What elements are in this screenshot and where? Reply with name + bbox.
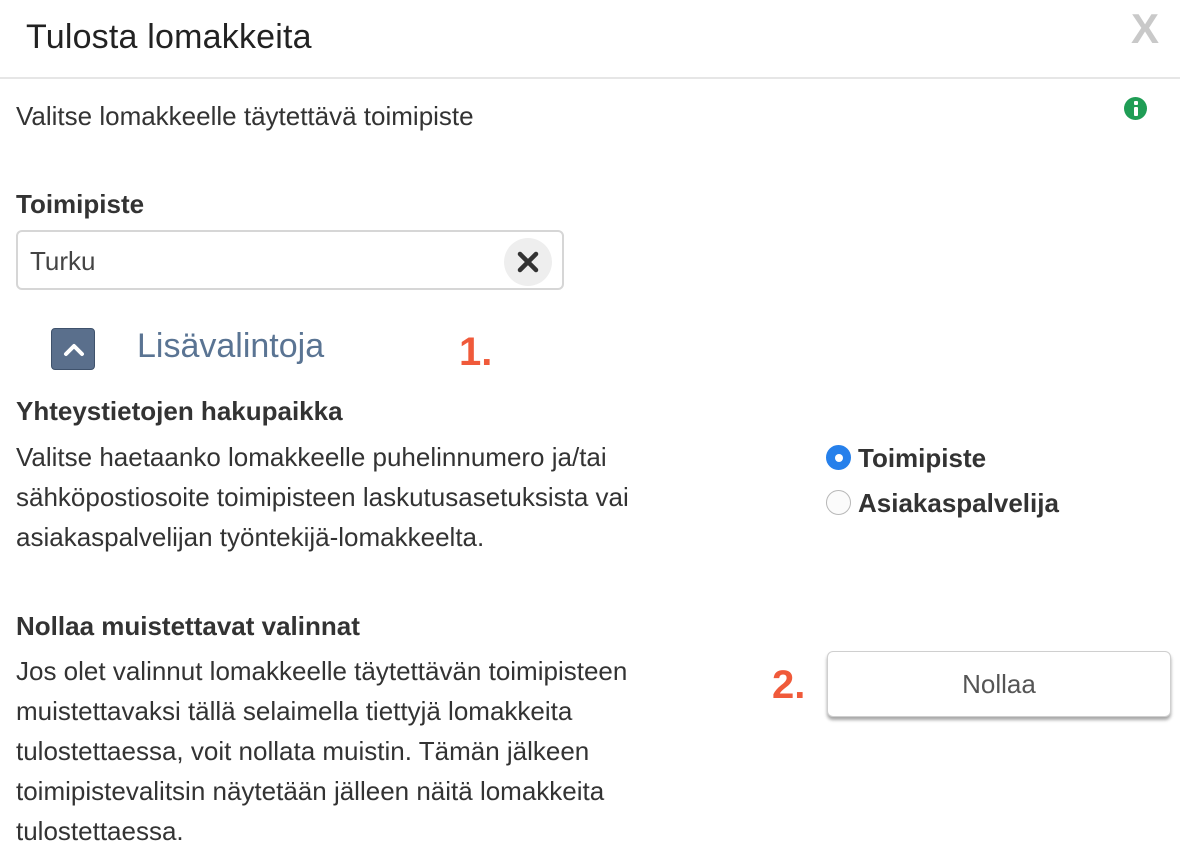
description-line: tulostettaessa. [16, 816, 184, 846]
reset-heading: Nollaa muistettavat valinnat [16, 611, 360, 641]
clear-x-glyph [517, 251, 539, 273]
contact-source-heading: Yhteystietojen hakupaikka [16, 396, 343, 426]
radio-button[interactable] [826, 490, 851, 515]
office-field-label: Toimipiste [16, 189, 145, 219]
radio-label: Toimipiste [858, 443, 987, 473]
annotation-marker-2: 2. [772, 663, 806, 707]
info-circle-icon[interactable] [1124, 97, 1147, 120]
reset-button[interactable]: Nollaa [827, 651, 1171, 717]
description-line: muistettavaksi tällä selaimella tiettyjä… [16, 696, 573, 726]
dialog-title: Tulosta lomakkeita [26, 18, 312, 56]
description-line: Valitse haetaanko lomakkeelle puhelinnum… [16, 442, 607, 472]
more-options-toggle-button[interactable] [51, 328, 95, 370]
radio-button-checked[interactable] [826, 445, 851, 470]
annotation-marker-1: 1. [459, 330, 493, 374]
intro-text: Valitse lomakkeelle täytettävä toimipist… [16, 101, 474, 131]
dialog-header: Tulosta lomakkeita X [0, 0, 1180, 79]
clear-x-icon[interactable] [504, 238, 552, 286]
radio-label: Asiakaspalvelija [858, 488, 1059, 518]
office-select-value: Turku [30, 246, 96, 276]
contact-source-description: Valitse haetaanko lomakkeelle puhelinnum… [16, 437, 736, 557]
description-line: asiakaspalvelijan työntekijä-lomakkeelta… [16, 522, 485, 552]
close-icon[interactable]: X [1131, 8, 1159, 50]
description-line: toimipistevalitsin näytetään jälleen näi… [16, 776, 605, 806]
chevron-up-icon [64, 344, 84, 356]
more-options-label[interactable]: Lisävalintoja [137, 327, 324, 366]
reset-description: Jos olet valinnut lomakkeelle täytettävä… [16, 651, 736, 851]
office-select[interactable]: Turku [16, 230, 564, 290]
description-line: sähköpostiosoite toimipisteen laskutusas… [16, 482, 629, 512]
description-line: Jos olet valinnut lomakkeelle täytettävä… [16, 656, 628, 686]
description-line: tulostettaessa, voit nollata muistin. Tä… [16, 736, 590, 766]
